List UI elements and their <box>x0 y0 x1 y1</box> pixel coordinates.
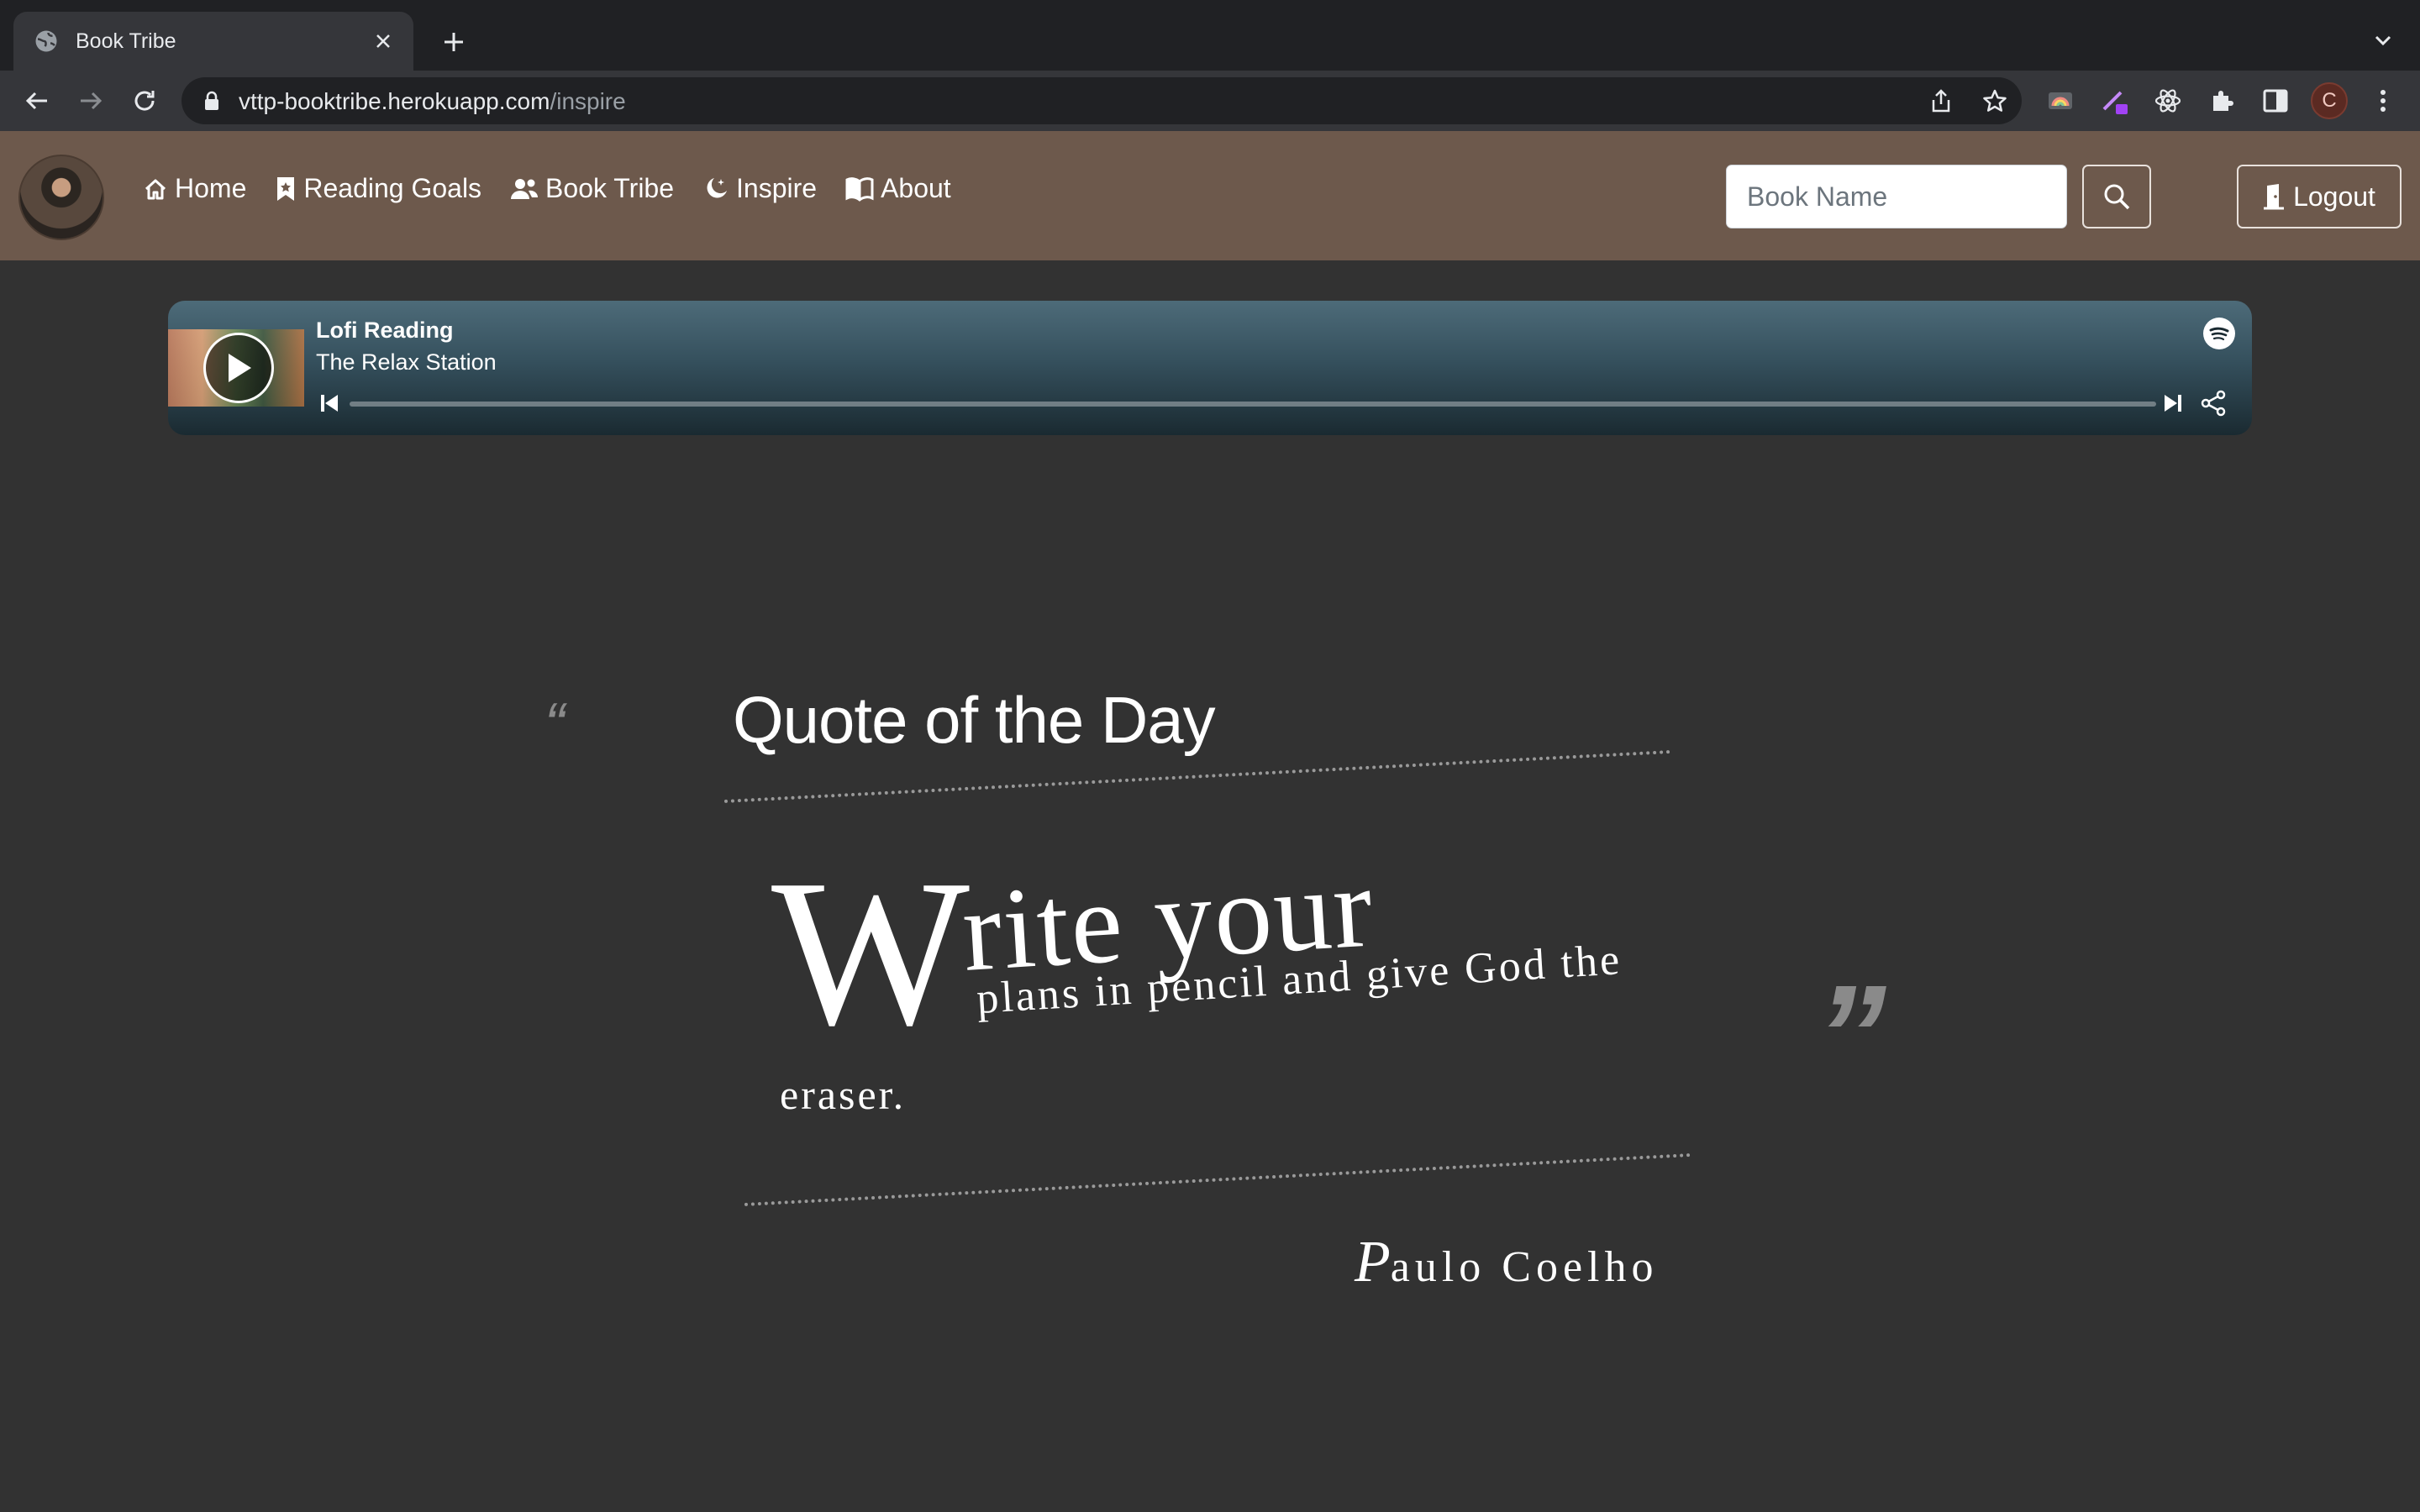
album-cover-image <box>168 329 304 407</box>
nav-reading-goals-label: Reading Goals <box>303 173 482 203</box>
lock-icon <box>205 91 218 110</box>
nav-about-label: About <box>881 173 951 203</box>
track-title[interactable]: Lofi Reading <box>316 318 454 344</box>
react-devtools-icon[interactable] <box>2151 82 2185 119</box>
search-icon <box>2104 184 2130 210</box>
close-quote-mark: ” <box>1815 956 1886 1116</box>
book-search-input[interactable] <box>1726 165 2067 228</box>
play-icon <box>229 354 251 382</box>
tab-title: Book Tribe <box>76 29 176 53</box>
search-button[interactable] <box>2082 165 2151 228</box>
quote-heading: Quote of the Day <box>733 683 1216 757</box>
play-button[interactable] <box>203 333 274 403</box>
globe-icon <box>35 30 57 52</box>
side-panel-icon[interactable] <box>2259 82 2292 119</box>
url-text: vttp-booktribe.herokuapp.com/inspire <box>239 88 626 114</box>
forward-arrow-icon[interactable] <box>74 84 108 118</box>
browser-tabstrip: Book Tribe <box>0 0 2420 71</box>
quote-line-1: rite your <box>959 842 1377 995</box>
nav-inspire[interactable]: Inspire <box>702 173 817 204</box>
quote-drop-cap: W <box>771 837 970 1069</box>
nav-home-label: Home <box>175 173 247 203</box>
author-name-rest: aulo Coelho <box>1390 1243 1659 1291</box>
nav-book-tribe[interactable]: Book Tribe <box>510 173 674 204</box>
nav-inspire-label: Inspire <box>736 173 818 203</box>
bookmark-star-icon[interactable] <box>1981 87 2008 114</box>
back-arrow-icon[interactable] <box>20 84 54 118</box>
bottom-dotted-divider <box>744 1152 1691 1206</box>
share-icon[interactable] <box>2200 390 2227 421</box>
top-dotted-divider <box>723 749 1671 803</box>
spotify-embed-player: Lofi Reading The Relax Station <box>168 301 2252 435</box>
previous-track-icon[interactable] <box>319 393 339 417</box>
quote-author: Paulo Coelho <box>1355 1233 1659 1292</box>
browser-tab[interactable]: Book Tribe <box>13 12 413 71</box>
next-track-icon[interactable] <box>2163 393 2183 417</box>
door-icon <box>2264 184 2285 210</box>
nav-reading-goals[interactable]: Reading Goals <box>275 173 481 204</box>
site-navbar: Home Reading Goals Book Tribe Inspire Ab… <box>0 131 2420 260</box>
track-artist[interactable]: The Relax Station <box>316 349 497 375</box>
extension-rainbow-icon[interactable] <box>2044 82 2077 119</box>
open-quote-mark: “ <box>544 691 565 759</box>
people-icon <box>511 178 539 199</box>
address-bar[interactable]: vttp-booktribe.herokuapp.com/inspire <box>182 77 2022 124</box>
nav-links: Home Reading Goals Book Tribe Inspire Ab… <box>143 173 980 204</box>
spotify-logo-icon[interactable] <box>2203 318 2235 349</box>
nav-home[interactable]: Home <box>143 173 246 204</box>
quote-line-2: plans in pencil and give God the <box>975 936 1623 1023</box>
book-open-icon <box>845 176 874 202</box>
share-page-icon[interactable] <box>1928 87 1954 114</box>
bookmark-icon <box>277 176 295 201</box>
new-tab-plus-icon[interactable] <box>437 25 471 59</box>
logout-button[interactable]: Logout <box>2237 165 2402 228</box>
nav-book-tribe-label: Book Tribe <box>545 173 675 203</box>
playback-progress-bar[interactable] <box>350 402 2156 407</box>
moon-stars-icon <box>707 177 728 197</box>
quote-line-3: eraser. <box>780 1071 907 1118</box>
extension-pen-icon[interactable] <box>2097 82 2131 119</box>
browser-toolbar: vttp-booktribe.herokuapp.com/inspire C <box>0 71 2420 131</box>
reload-icon[interactable] <box>128 84 161 118</box>
tab-search-chevron-icon[interactable] <box>2371 29 2398 55</box>
author-initial: P <box>1355 1230 1391 1294</box>
house-icon <box>145 179 166 199</box>
more-vertical-icon[interactable] <box>2366 82 2400 119</box>
nav-about[interactable]: About <box>845 173 951 204</box>
logout-label: Logout <box>2293 181 2375 212</box>
close-tab-icon[interactable] <box>370 28 397 55</box>
profile-avatar[interactable]: C <box>2311 82 2348 119</box>
extensions-puzzle-icon[interactable] <box>2205 82 2238 119</box>
user-avatar[interactable] <box>18 155 104 240</box>
